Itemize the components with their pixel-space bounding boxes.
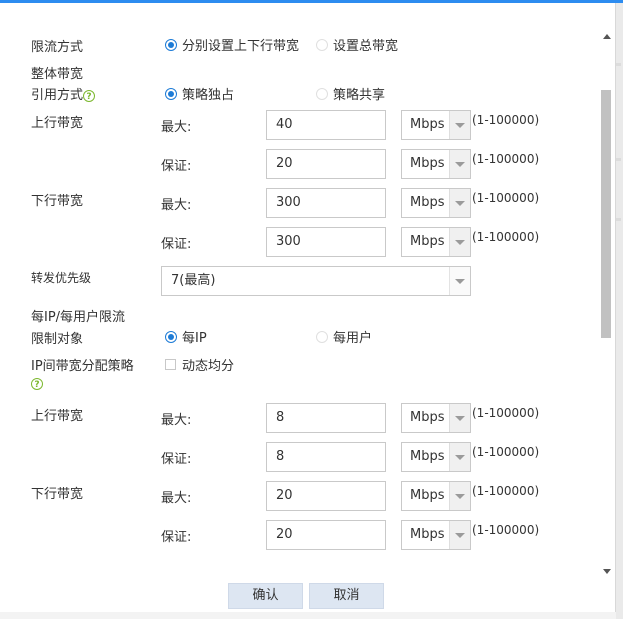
limit-mode-option-total[interactable]: 设置总带宽 (316, 35, 398, 54)
per-down-max-range: (1-100000) (472, 484, 540, 498)
unit-value: Mbps (410, 195, 445, 210)
unit-value: Mbps (410, 449, 445, 464)
up-max-input[interactable]: 40 (266, 110, 386, 140)
priority-value: 7(最高) (171, 273, 216, 288)
per-down-min-range: (1-100000) (472, 523, 540, 537)
radio-selected-icon[interactable] (165, 330, 177, 343)
up-bandwidth-label: 上行带宽 (31, 116, 84, 131)
priority-select[interactable]: 7(最高) (161, 266, 471, 296)
down-min-input[interactable]: 300 (266, 227, 386, 257)
per-down-max-input[interactable]: 20 (266, 481, 386, 511)
overall-bandwidth-heading: 整体带宽 (31, 67, 84, 82)
down-min-unit-select[interactable]: Mbps (401, 227, 471, 257)
down-max-input[interactable]: 300 (266, 188, 386, 218)
chevron-down-icon[interactable] (449, 189, 470, 217)
edge-mark (616, 158, 621, 161)
help-circle-icon[interactable]: ? (83, 89, 96, 102)
down-min-label: 保证: (161, 237, 192, 252)
limit-target-option-ip[interactable]: 每IP (165, 327, 207, 346)
up-max-unit-select[interactable]: Mbps (401, 110, 471, 140)
per-down-min-unit-select[interactable]: Mbps (401, 520, 471, 550)
option-label: 每用户 (333, 331, 373, 346)
up-max-label: 最大: (161, 120, 192, 135)
radio-unselected-icon[interactable] (316, 38, 328, 51)
chevron-down-icon[interactable] (449, 404, 470, 432)
option-label: 每IP (182, 331, 207, 346)
per-up-max-input[interactable]: 8 (266, 403, 386, 433)
radio-unselected-icon[interactable] (316, 87, 328, 100)
help-circle-icon[interactable]: ? (31, 377, 43, 390)
vertical-scrollbar[interactable] (597, 30, 615, 580)
per-down-min-label: 保证: (161, 530, 192, 545)
limit-target-label: 限制对象 (31, 332, 84, 347)
chevron-down-icon[interactable] (449, 482, 470, 510)
edge-mark (616, 218, 621, 221)
option-label: 设置总带宽 (333, 39, 399, 54)
bandwidth-policy-dialog: 限流方式 分别设置上下行带宽 设置总带宽 整体带宽 引用方式? 策略独占 策略共… (0, 3, 616, 612)
priority-label: 转发优先级 (31, 271, 92, 285)
chevron-down-icon[interactable] (449, 443, 470, 471)
ip-policy-help: ? (31, 376, 43, 391)
radio-selected-icon[interactable] (165, 87, 177, 100)
up-min-unit-select[interactable]: Mbps (401, 149, 471, 179)
up-min-input[interactable]: 20 (266, 149, 386, 179)
up-max-range: (1-100000) (472, 113, 540, 127)
down-max-label: 最大: (161, 198, 192, 213)
down-min-range: (1-100000) (472, 230, 540, 244)
per-ip-user-heading: 每IP/每用户限流 (31, 310, 126, 325)
limit-mode-label: 限流方式 (31, 40, 84, 55)
per-up-max-range: (1-100000) (472, 406, 540, 420)
checkbox-unchecked-icon[interactable] (165, 359, 176, 370)
up-min-label: 保证: (161, 159, 192, 174)
chevron-down-icon[interactable] (449, 521, 470, 549)
per-down-min-input[interactable]: 20 (266, 520, 386, 550)
chevron-down-icon[interactable] (449, 228, 470, 256)
unit-value: Mbps (410, 527, 445, 542)
scrollbar-thumb[interactable] (601, 90, 611, 338)
unit-value: Mbps (410, 488, 445, 503)
unit-value: Mbps (410, 234, 445, 249)
down-bandwidth-label: 下行带宽 (31, 194, 84, 209)
per-up-min-input[interactable]: 8 (266, 442, 386, 472)
per-up-bandwidth-label: 上行带宽 (31, 409, 84, 424)
per-up-min-range: (1-100000) (472, 445, 540, 459)
limit-mode-option-separate[interactable]: 分别设置上下行带宽 (165, 35, 299, 54)
per-up-max-unit-select[interactable]: Mbps (401, 403, 471, 433)
chevron-down-icon[interactable] (449, 111, 470, 139)
checkbox-label: 动态均分 (182, 359, 235, 374)
per-up-min-unit-select[interactable]: Mbps (401, 442, 471, 472)
per-down-bandwidth-label: 下行带宽 (31, 487, 84, 502)
edge-mark (616, 63, 621, 66)
background-panel-edge (616, 3, 623, 619)
chevron-down-icon[interactable] (449, 150, 470, 178)
down-max-range: (1-100000) (472, 191, 540, 205)
scroll-up-arrow-icon[interactable] (603, 34, 611, 39)
per-up-min-label: 保证: (161, 452, 192, 467)
ref-mode-label: 引用方式? (31, 84, 96, 103)
confirm-button[interactable]: 确认 (228, 583, 303, 609)
per-up-max-label: 最大: (161, 413, 192, 428)
option-label: 策略共享 (333, 88, 386, 103)
ip-policy-label: IP间带宽分配策略 (31, 359, 134, 374)
ref-mode-option-exclusive[interactable]: 策略独占 (165, 84, 234, 103)
ref-mode-label-text: 引用方式 (31, 88, 84, 103)
per-down-max-label: 最大: (161, 491, 192, 506)
unit-value: Mbps (410, 156, 445, 171)
ref-mode-option-shared[interactable]: 策略共享 (316, 84, 385, 103)
down-max-unit-select[interactable]: Mbps (401, 188, 471, 218)
unit-value: Mbps (410, 410, 445, 425)
dynamic-share-checkbox[interactable]: 动态均分 (165, 355, 234, 374)
per-down-max-unit-select[interactable]: Mbps (401, 481, 471, 511)
up-min-range: (1-100000) (472, 152, 540, 166)
cancel-button[interactable]: 取消 (309, 583, 384, 609)
radio-unselected-icon[interactable] (316, 330, 328, 343)
chevron-down-icon[interactable] (449, 267, 470, 295)
scroll-down-arrow-icon[interactable] (603, 569, 611, 574)
unit-value: Mbps (410, 117, 445, 132)
radio-selected-icon[interactable] (165, 38, 177, 51)
option-label: 分别设置上下行带宽 (182, 39, 300, 54)
option-label: 策略独占 (182, 88, 235, 103)
limit-target-option-user[interactable]: 每用户 (316, 327, 372, 346)
